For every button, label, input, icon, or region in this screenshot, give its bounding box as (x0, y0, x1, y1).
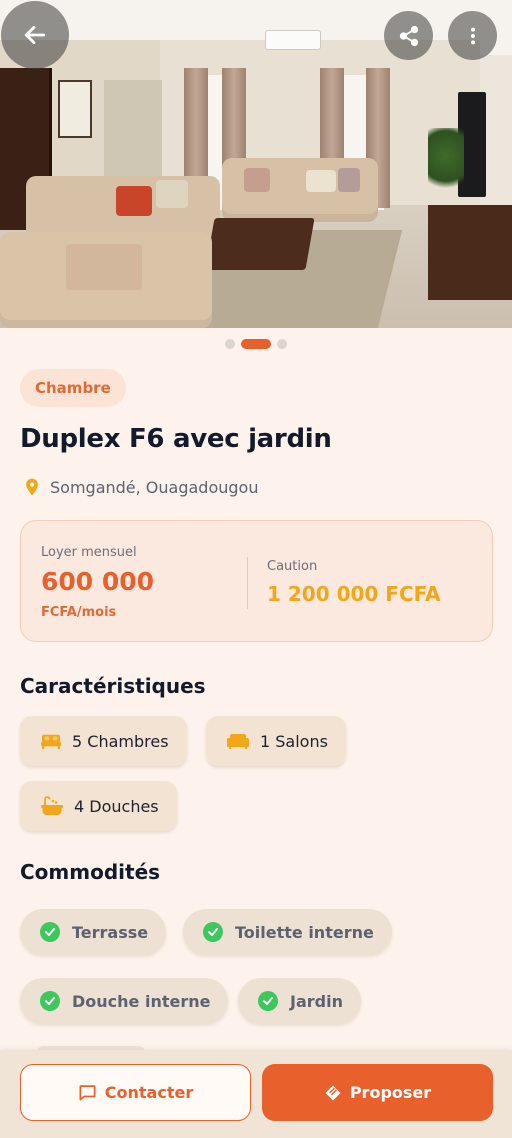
location-text: Somgandé, Ouagadougou (50, 477, 259, 497)
photo-pillow (244, 168, 270, 192)
amenity-label: Toilette interne (235, 922, 374, 942)
message-icon (79, 1085, 96, 1101)
bed-icon (41, 734, 61, 750)
feature-chip-bathrooms: 4 Douches (20, 781, 177, 831)
amenity-label: Terrasse (72, 922, 149, 942)
feature-chip-living-rooms: 1 Salons (206, 716, 346, 766)
bottom-action-bar: Contacter Proposer (0, 1050, 512, 1138)
rent-value: 600 000 (41, 567, 155, 596)
carousel-dot[interactable] (277, 339, 287, 349)
rent-unit: FCFA/mois (41, 605, 117, 620)
share-button[interactable] (384, 11, 433, 60)
deposit-value: 1 200 000 FCFA (267, 582, 441, 606)
photo-plant (428, 128, 464, 198)
arrow-left-icon (24, 26, 46, 44)
carousel-indicator (0, 339, 512, 349)
contact-button[interactable]: Contacter (20, 1064, 251, 1121)
photo-coffee-table (205, 218, 315, 270)
photo-pillow (338, 168, 360, 192)
category-badge: Chambre (20, 369, 126, 407)
deposit-label: Caution (267, 559, 318, 574)
listing-photo[interactable] (0, 0, 512, 328)
amenity-chip-indoor-shower: Douche interne (20, 978, 229, 1024)
photo-pillow (66, 244, 142, 290)
back-button[interactable] (1, 1, 69, 69)
amenity-label: Douche interne (72, 991, 211, 1011)
photo-wall-frame (58, 80, 92, 138)
photo-tv-unit (428, 205, 512, 300)
map-pin-icon (26, 478, 38, 496)
amenity-chip-terrace: Terrasse (20, 909, 167, 955)
photo-pillow (306, 170, 336, 192)
bathtub-icon (41, 796, 63, 815)
sofa-icon (227, 734, 249, 749)
check-circle-icon (40, 922, 60, 942)
amenity-label: Jardin (290, 991, 343, 1011)
feature-label: 5 Chambres (72, 731, 169, 751)
listing-location: Somgandé, Ouagadougou (22, 476, 258, 498)
photo-pillow (156, 180, 188, 208)
propose-button[interactable]: Proposer (262, 1064, 493, 1121)
contact-button-label: Contacter (104, 1083, 194, 1102)
listing-title: Duplex F6 avec jardin (20, 424, 332, 454)
amenities-title: Commodités (20, 860, 161, 884)
carousel-dot[interactable] (225, 339, 235, 349)
share-icon (399, 25, 418, 46)
feature-chip-bedrooms: 5 Chambres (20, 716, 187, 766)
features-title: Caractéristiques (20, 674, 206, 698)
offer-tag-icon (325, 1085, 341, 1100)
check-circle-icon (40, 991, 60, 1011)
carousel-dot-active[interactable] (241, 339, 271, 349)
amenity-chip-indoor-toilet: Toilette interne (183, 909, 392, 955)
price-divider (247, 557, 248, 609)
propose-button-label: Proposer (349, 1083, 432, 1102)
price-card: Loyer mensuel 600 000 FCFA/mois Caution … (20, 520, 493, 642)
photo-air-conditioner (265, 30, 321, 50)
feature-label: 4 Douches (74, 796, 159, 816)
feature-label: 1 Salons (260, 731, 328, 751)
check-circle-icon (258, 991, 278, 1011)
more-options-button[interactable] (448, 11, 497, 60)
amenity-chip-garden: Jardin (238, 978, 361, 1024)
more-vertical-icon (470, 27, 475, 44)
check-circle-icon (203, 922, 223, 942)
rent-label: Loyer mensuel (41, 545, 137, 560)
photo-pillow (116, 186, 152, 216)
